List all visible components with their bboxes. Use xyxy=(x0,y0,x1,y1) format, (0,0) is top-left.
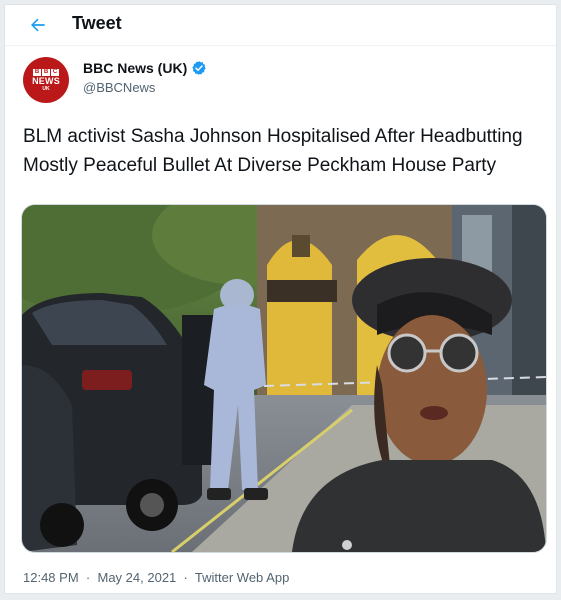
tweet-text: BLM activist Sasha Johnson Hospitalised … xyxy=(23,126,523,176)
avatar-badge: NEWS xyxy=(32,75,60,86)
tweet-header: Tweet xyxy=(5,5,556,46)
tweet-date[interactable]: May 24, 2021 xyxy=(98,570,177,585)
tweet-photo[interactable] xyxy=(21,204,547,553)
avatar-sub: UK xyxy=(42,85,50,92)
tweet-metadata: 12:48 PM · May 24, 2021 · Twitter Web Ap… xyxy=(23,570,289,585)
avatar[interactable]: BBC NEWS UK xyxy=(23,57,69,103)
tweet-time[interactable]: 12:48 PM xyxy=(23,570,79,585)
tweet-source[interactable]: Twitter Web App xyxy=(195,570,289,585)
tweet-card: Tweet BBC NEWS UK BBC News (UK) @BBCNews… xyxy=(4,4,557,594)
author-name-row: BBC News (UK) xyxy=(83,60,207,76)
bbc-logo-icon: BBC xyxy=(33,68,59,76)
author-handle[interactable]: @BBCNews xyxy=(83,80,155,95)
author-display-name[interactable]: BBC News (UK) xyxy=(83,60,187,76)
verified-badge-icon xyxy=(192,61,206,75)
page-title: Tweet xyxy=(72,13,122,33)
back-button[interactable] xyxy=(23,10,53,40)
news-photo-icon xyxy=(22,205,546,552)
arrow-left-icon xyxy=(31,18,45,32)
